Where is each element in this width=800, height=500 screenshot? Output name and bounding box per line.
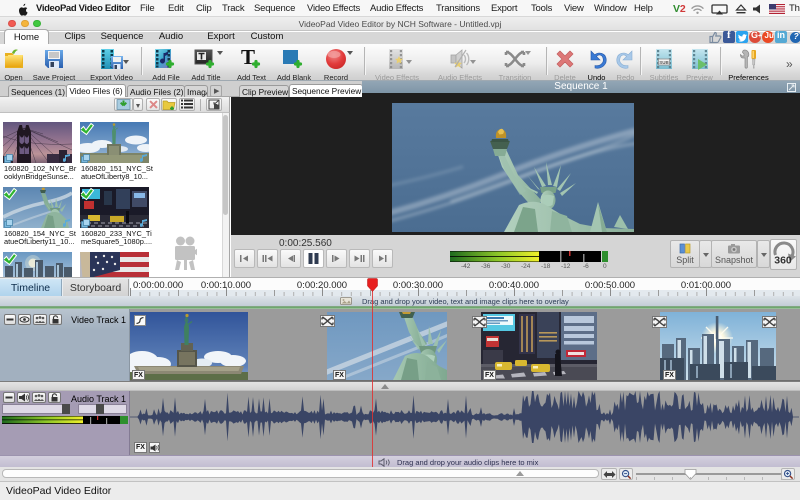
svg-text:360: 360 <box>774 255 792 267</box>
svg-text:T: T <box>240 47 254 69</box>
svg-text:SUB: SUB <box>659 60 669 65</box>
